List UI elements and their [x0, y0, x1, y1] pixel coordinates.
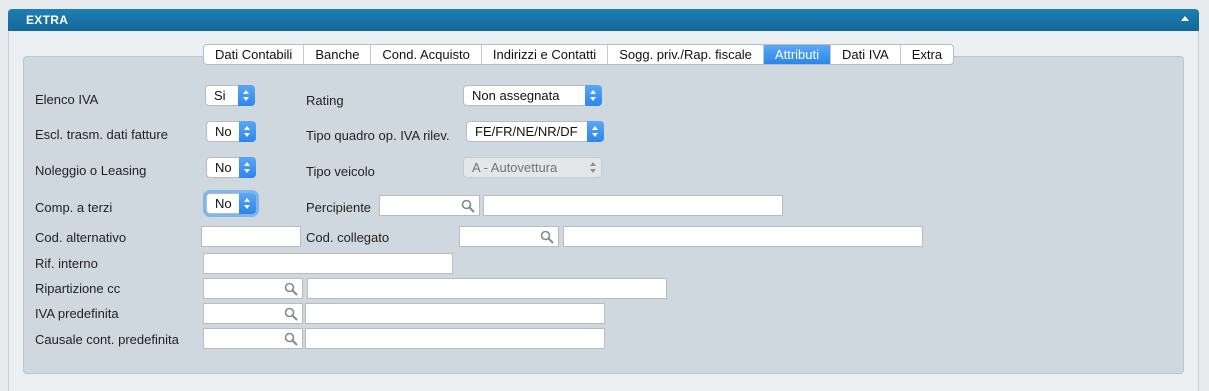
- cod-alternativo-input[interactable]: [201, 226, 301, 247]
- iva-predefinita-label: IVA predefinita: [35, 306, 119, 321]
- tipo-veicolo-value: A - Autovettura: [472, 160, 558, 175]
- tab-extra[interactable]: Extra: [901, 45, 953, 64]
- percipiente-description-field[interactable]: [483, 195, 783, 216]
- comp-terzi-value: No: [215, 196, 232, 211]
- escl-trasm-label: Escl. trasm. dati fatture: [35, 127, 168, 142]
- cod-collegato-description-field[interactable]: [563, 226, 923, 247]
- select-arrows-icon: [239, 157, 256, 178]
- tab-attributi[interactable]: Attributi: [763, 45, 831, 64]
- noleggio-label: Noleggio o Leasing: [35, 163, 147, 178]
- rif-interno-input[interactable]: [203, 253, 453, 274]
- tab-dati-iva[interactable]: Dati IVA: [831, 45, 901, 64]
- select-arrows-icon: [239, 121, 256, 142]
- rating-label: Rating: [306, 93, 344, 108]
- cod-collegato-label: Cod. collegato: [306, 230, 390, 245]
- search-icon[interactable]: [461, 199, 475, 213]
- percipiente-code-input[interactable]: [379, 195, 480, 216]
- ripartizione-cc-description-field[interactable]: [307, 278, 667, 299]
- comp-terzi-select[interactable]: No: [206, 193, 256, 214]
- panel-header[interactable]: EXTRA: [8, 9, 1199, 31]
- noleggio-value: No: [215, 160, 232, 175]
- search-icon[interactable]: [284, 282, 298, 296]
- tab-sogg-priv[interactable]: Sogg. priv./Rap. fiscale: [608, 45, 764, 64]
- cod-alternativo-label: Cod. alternativo: [35, 230, 127, 245]
- select-arrows-icon: [587, 121, 604, 142]
- elenco-iva-label: Elenco IVA: [35, 92, 99, 107]
- tipo-quadro-select[interactable]: FE/FR/NE/NR/DF: [466, 121, 604, 142]
- tab-cond-acquisto[interactable]: Cond. Acquisto: [371, 45, 482, 64]
- search-icon[interactable]: [284, 332, 298, 346]
- select-arrows-icon: [585, 85, 602, 106]
- ripartizione-cc-code-input[interactable]: [203, 278, 303, 299]
- causale-cont-label: Causale cont. predefinita: [35, 332, 179, 347]
- select-arrows-icon: [585, 157, 602, 178]
- tipo-quadro-value: FE/FR/NE/NR/DF: [475, 124, 578, 139]
- tab-indirizzi-contatti[interactable]: Indirizzi e Contatti: [482, 45, 609, 64]
- iva-predefinita-code-input[interactable]: [203, 303, 303, 324]
- comp-terzi-label: Comp. a terzi: [35, 200, 113, 215]
- tipo-veicolo-select: A - Autovettura: [463, 157, 602, 178]
- percipiente-label: Percipiente: [306, 200, 372, 215]
- elenco-iva-select[interactable]: Si: [205, 85, 255, 106]
- rating-select[interactable]: Non assegnata: [463, 85, 602, 106]
- noleggio-select[interactable]: No: [206, 157, 256, 178]
- tab-bar: Dati Contabili Banche Cond. Acquisto Ind…: [203, 44, 955, 65]
- elenco-iva-value: Si: [214, 88, 226, 103]
- search-icon[interactable]: [284, 307, 298, 321]
- escl-trasm-value: No: [215, 124, 232, 139]
- tipo-quadro-label: Tipo quadro op. IVA rilev.: [306, 128, 450, 143]
- search-icon[interactable]: [540, 230, 554, 244]
- iva-predefinita-description-field[interactable]: [305, 303, 605, 324]
- causale-cont-description-field[interactable]: [305, 328, 605, 349]
- select-arrows-icon: [238, 85, 255, 106]
- collapse-arrow-icon[interactable]: [1181, 16, 1189, 21]
- tipo-veicolo-label: Tipo veicolo: [306, 164, 375, 179]
- tab-banche[interactable]: Banche: [304, 45, 372, 64]
- select-arrows-icon: [239, 193, 256, 214]
- tab-dati-contabili[interactable]: Dati Contabili: [204, 45, 305, 64]
- ripartizione-cc-label: Ripartizione cc: [35, 281, 121, 296]
- escl-trasm-select[interactable]: No: [206, 121, 256, 142]
- panel-title: EXTRA: [26, 13, 69, 27]
- cod-collegato-code-input[interactable]: [459, 226, 559, 247]
- causale-cont-code-input[interactable]: [203, 328, 303, 349]
- rif-interno-label: Rif. interno: [35, 256, 98, 271]
- rating-value: Non assegnata: [472, 88, 560, 103]
